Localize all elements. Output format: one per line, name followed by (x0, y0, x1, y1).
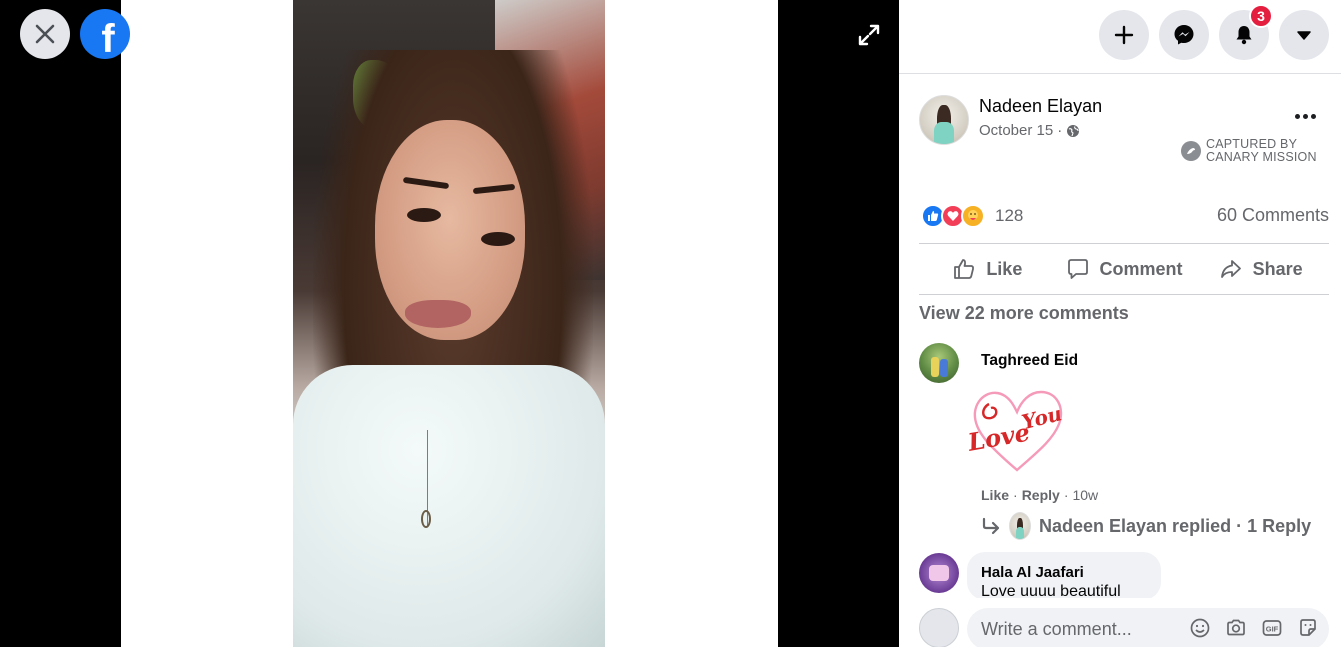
facebook-logo-letter: f (101, 16, 115, 61)
caret-down-icon (1297, 31, 1311, 40)
view-replies-link[interactable]: Nadeen Elayan replied · 1 Reply (981, 512, 1311, 540)
post-date[interactable]: October 15 (979, 122, 1053, 139)
photo-shirt (293, 365, 605, 647)
comments-count-link[interactable]: 60 Comments (1217, 205, 1329, 226)
photo-viewer: f (0, 0, 899, 647)
plus-icon (1114, 25, 1134, 45)
current-user-avatar[interactable] (919, 608, 959, 647)
close-icon (35, 24, 55, 44)
comment-button[interactable]: Comment (1056, 244, 1193, 294)
create-button[interactable] (1099, 10, 1149, 60)
expand-button[interactable] (852, 18, 886, 52)
reactions-summary[interactable]: 128 (921, 204, 1023, 228)
post-panel: 3 Nadeen Elayan October 15 · CAPTURED BY… (899, 0, 1341, 647)
comment-actions-separator: · (1013, 487, 1018, 503)
dot-icon (1302, 113, 1308, 119)
comment-reply-link[interactable]: Reply (1022, 487, 1060, 503)
comment-time[interactable]: 10w (1072, 487, 1098, 503)
comment-input[interactable]: Write a comment... GIF (967, 608, 1329, 647)
comment-actions-separator: · (1063, 487, 1069, 503)
post-photo[interactable] (293, 0, 605, 647)
like-button[interactable]: Like (919, 244, 1056, 294)
messenger-icon (1174, 25, 1194, 45)
comment-author[interactable]: Hala Al Jaafari (981, 564, 1084, 581)
comment-author[interactable]: Taghreed Eid (981, 352, 1078, 370)
share-icon (1220, 260, 1241, 278)
reply-arrow-icon (982, 517, 1000, 535)
dot-icon (1294, 113, 1300, 119)
comment-composer: Write a comment... GIF (899, 598, 1341, 647)
love-you-sticker: Love You (967, 390, 1064, 472)
facebook-logo[interactable]: f (80, 9, 130, 61)
reply-summary: Nadeen Elayan replied · 1 Reply (1039, 515, 1312, 536)
meta-separator: · (1057, 122, 1063, 139)
gif-icon[interactable]: GIF (1261, 617, 1283, 639)
post-actions: Like Comment Share (919, 243, 1329, 295)
commenter-avatar[interactable] (919, 343, 959, 383)
share-button[interactable]: Share (1192, 244, 1329, 294)
sticker-icon[interactable] (1297, 617, 1319, 639)
account-menu-button[interactable] (1279, 10, 1329, 60)
top-navigation: 3 (899, 0, 1341, 74)
commenter-avatar[interactable] (919, 553, 959, 593)
dot-icon (1310, 113, 1316, 119)
photo-pendant (421, 510, 431, 528)
globe-icon (1067, 124, 1080, 137)
photo-eye-left (407, 208, 441, 222)
like-label: Like (986, 258, 1023, 279)
canary-mission-icon (1181, 141, 1201, 161)
comment-like-link[interactable]: Like (981, 487, 1009, 503)
post-options-button[interactable] (1289, 104, 1321, 128)
bird-icon (1187, 148, 1195, 154)
share-label: Share (1252, 258, 1303, 279)
post-meta: October 15 · (979, 122, 1080, 139)
comment-label: Comment (1099, 258, 1183, 279)
replier-avatar (1009, 512, 1031, 540)
author-avatar[interactable] (919, 95, 969, 145)
bell-icon (1236, 26, 1252, 45)
comment-input-placeholder: Write a comment... (981, 619, 1132, 639)
author-name[interactable]: Nadeen Elayan (979, 96, 1102, 117)
close-button[interactable] (20, 9, 70, 59)
photo-eye-right (481, 232, 515, 246)
expand-icon (858, 24, 880, 46)
svg-text:GIF: GIF (1266, 625, 1279, 634)
camera-icon[interactable] (1225, 617, 1247, 639)
comment-actions: Like · Reply · 10w (981, 487, 1098, 503)
notifications-count-badge: 3 (1249, 4, 1273, 28)
view-more-comments-link[interactable]: View 22 more comments (919, 303, 1129, 324)
emoji-icon[interactable] (1189, 617, 1211, 639)
notifications-button[interactable]: 3 (1219, 4, 1273, 60)
photo-theater: f 3 Nadeen Elayan October 15 · CAPTURED … (0, 0, 1341, 647)
messenger-button[interactable] (1159, 10, 1209, 60)
thumbs-up-icon (954, 259, 975, 279)
watermark-canary-mission: CAPTURED BY CANARY MISSION (1181, 138, 1317, 164)
reaction-count: 128 (995, 206, 1024, 225)
photo-lips (405, 300, 471, 328)
watermark-text: CAPTURED BY CANARY MISSION (1206, 138, 1317, 164)
comment-bubble: Hala Al Jaafari Love uuuu beautiful (967, 552, 1161, 600)
care-reaction-icon (961, 204, 985, 228)
composer-tools: GIF (1189, 617, 1319, 639)
watermark-line-2: CANARY MISSION (1206, 150, 1317, 164)
comment-icon (1067, 259, 1088, 279)
